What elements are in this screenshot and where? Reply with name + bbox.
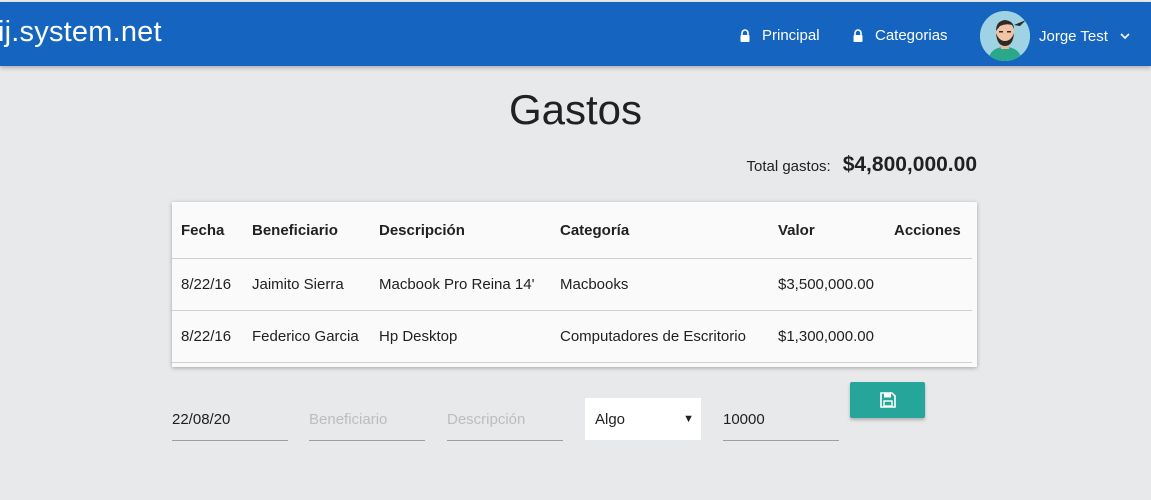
- cell-categoria: Computadores de Escritorio: [551, 310, 769, 363]
- nav-link-label: Principal: [762, 26, 820, 44]
- user-menu[interactable]: Jorge Test: [980, 11, 1130, 61]
- nav-link-principal[interactable]: Principal: [740, 24, 820, 46]
- cell-beneficiario: Jaimito Sierra: [243, 258, 370, 311]
- page-title: Gastos: [508, 86, 643, 133]
- top-navbar: ij.system.net Principal Categorias Jorge…: [0, 2, 1151, 66]
- total-label: Total gastos:: [746, 158, 831, 175]
- descripcion-field: [447, 398, 563, 441]
- valor-field: [723, 398, 839, 441]
- lock-icon: [853, 28, 863, 42]
- column-header-valor: Valor: [778, 221, 815, 239]
- cell-valor: $1,300,000.00: [769, 310, 885, 363]
- fecha-field: [172, 398, 288, 441]
- table-row: 8/22/16 Jaimito Sierra Macbook Pro Reina…: [172, 258, 972, 311]
- cell-acciones: [885, 310, 972, 363]
- column-header-fecha: Fecha: [181, 221, 225, 239]
- cell-descripcion: Hp Desktop: [370, 310, 551, 363]
- avatar: [980, 11, 1030, 61]
- descripcion-input[interactable]: [447, 410, 563, 428]
- column-header-beneficiario: Beneficiario: [252, 221, 338, 239]
- dropdown-caret-icon: ▼: [683, 413, 694, 425]
- save-button[interactable]: [850, 382, 925, 418]
- cell-descripcion: Macbook Pro Reina 14': [370, 258, 551, 311]
- expenses-table-card: Fecha Beneficiario Descripción Categoría…: [172, 202, 977, 367]
- categoria-select[interactable]: Algo ▼: [585, 398, 701, 440]
- expenses-table: Fecha Beneficiario Descripción Categoría…: [172, 202, 972, 363]
- fecha-input[interactable]: [172, 410, 288, 428]
- user-name: Jorge Test: [1039, 27, 1108, 45]
- chevron-down-icon: [1120, 33, 1130, 39]
- column-header-categoria: Categoría: [560, 221, 630, 239]
- nav-link-label: Categorias: [875, 26, 948, 44]
- cell-valor: $3,500,000.00: [769, 258, 885, 311]
- column-header-acciones: Acciones: [894, 221, 961, 239]
- valor-input[interactable]: [723, 410, 839, 428]
- avatar-illustration: [980, 11, 1030, 61]
- beneficiario-input[interactable]: [309, 410, 425, 428]
- table-header-row: Fecha Beneficiario Descripción Categoría…: [172, 202, 972, 259]
- cell-categoria: Macbooks: [551, 258, 769, 311]
- total-summary: Total gastos: $4,800,000.00: [746, 153, 977, 177]
- beneficiario-field: [309, 398, 425, 441]
- categoria-selected-value: Algo: [595, 410, 626, 428]
- cell-beneficiario: Federico Garcia: [243, 310, 370, 363]
- total-value: $4,800,000.00: [842, 153, 977, 176]
- cell-fecha: 8/22/16: [172, 258, 243, 311]
- brand-logo-text[interactable]: ij.system.net: [0, 16, 162, 49]
- nav-link-categorias[interactable]: Categorias: [853, 24, 948, 46]
- cell-acciones: [885, 258, 972, 311]
- column-header-descripcion: Descripción: [379, 221, 465, 239]
- cell-fecha: 8/22/16: [172, 310, 243, 363]
- table-row: 8/22/16 Federico Garcia Hp Desktop Compu…: [172, 310, 972, 363]
- floppy-disk-icon: [879, 392, 896, 408]
- lock-icon: [740, 28, 750, 42]
